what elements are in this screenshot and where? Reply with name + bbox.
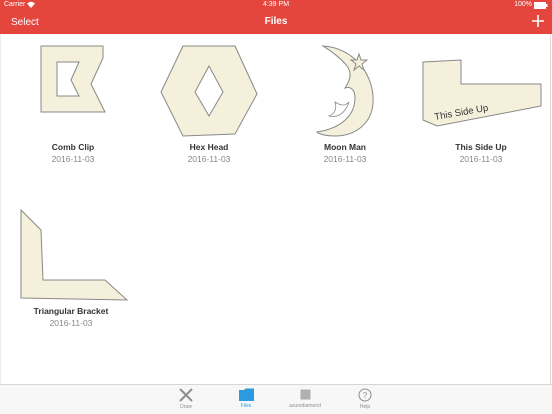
file-name: Hex Head <box>189 142 229 152</box>
tab-account[interactable]: azurediamond <box>280 388 330 409</box>
file-item-this-side-up[interactable]: This Side Up This Side Up 2016-11-03 <box>421 44 542 164</box>
tab-bar: Draw Files azurediamond ? Help <box>0 384 552 414</box>
add-file-button[interactable] <box>532 12 544 30</box>
file-date: 2016-11-03 <box>323 154 367 164</box>
folder-icon <box>238 388 254 401</box>
tab-files[interactable]: Files <box>221 388 271 409</box>
navigation-bar: Select Files <box>0 11 552 34</box>
file-date: 2016-11-03 <box>51 154 95 164</box>
file-name: This Side Up <box>455 142 507 152</box>
file-name: Moon Man <box>323 142 367 152</box>
help-icon: ? <box>358 388 372 402</box>
hex-head-thumbnail <box>160 45 258 137</box>
file-item-triangular-bracket[interactable]: Triangular Bracket 2016-11-03 <box>11 208 131 328</box>
tab-label: Files <box>240 403 252 409</box>
svg-text:?: ? <box>363 391 368 400</box>
file-name: Comb Clip <box>51 142 95 152</box>
file-name: Triangular Bracket <box>33 306 109 316</box>
file-date: 2016-11-03 <box>459 154 503 164</box>
tab-help[interactable]: ? Help <box>340 388 390 410</box>
status-bar: Carrier 4:39 PM 100% <box>0 0 552 11</box>
tab-label: azurediamond <box>289 403 321 409</box>
file-item-comb-clip[interactable]: Comb Clip 2016-11-03 <box>13 44 133 164</box>
status-time: 4:39 PM <box>262 1 290 8</box>
file-item-hex-head[interactable]: Hex Head 2016-11-03 <box>149 44 269 164</box>
plus-icon <box>532 15 544 27</box>
battery-icon <box>534 2 548 11</box>
account-square-icon <box>300 389 310 400</box>
files-grid: Comb Clip 2016-11-03 Hex Head 2016-11-03… <box>0 34 551 384</box>
tab-label: Draw <box>180 404 192 410</box>
file-date: 2016-11-03 <box>49 318 93 328</box>
page-title: Files <box>264 16 288 27</box>
tab-label: Help <box>359 404 371 410</box>
this-side-up-thumbnail: This Side Up <box>422 59 542 127</box>
file-date: 2016-11-03 <box>187 154 231 164</box>
triangular-bracket-thumbnail <box>20 208 129 301</box>
file-item-moon-man[interactable]: Moon Man 2016-11-03 <box>285 44 405 164</box>
comb-clip-thumbnail <box>40 45 106 113</box>
tab-draw[interactable]: Draw <box>161 388 211 410</box>
battery-percent: 100% <box>514 1 532 8</box>
moon-man-thumbnail <box>315 45 374 137</box>
draw-tools-icon <box>179 388 193 402</box>
